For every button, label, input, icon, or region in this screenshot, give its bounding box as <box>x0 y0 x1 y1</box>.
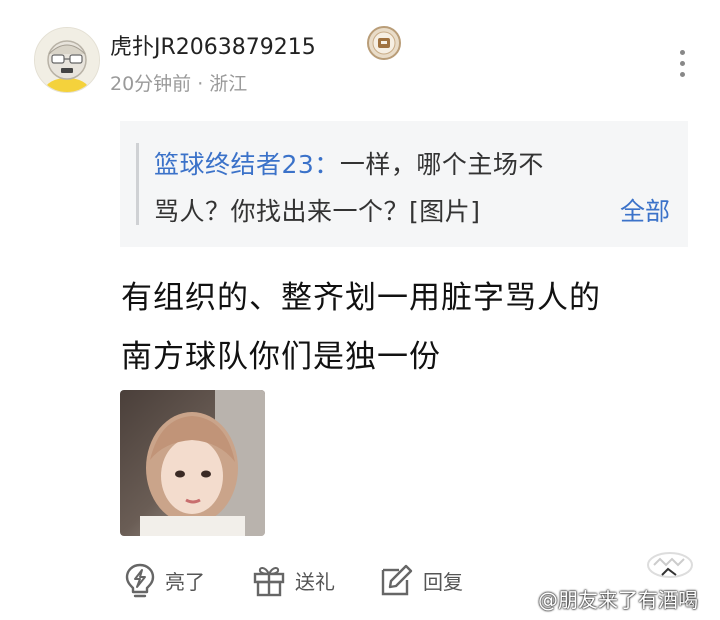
gift-icon <box>253 567 285 597</box>
quote-author[interactable]: 篮球终结者23： <box>154 150 340 179</box>
more-vertical-icon[interactable] <box>670 45 694 81</box>
quoted-comment[interactable]: 篮球终结者23：一样，哪个主场不 骂人？你找出来一个？[图片] 全部 <box>120 121 688 247</box>
comment-text-line-1: 有组织的、整齐划一用脏字骂人的 <box>121 280 601 316</box>
edit-icon <box>381 564 413 596</box>
view-all-link[interactable]: 全部 <box>620 192 670 228</box>
reply-button[interactable]: 回复 <box>379 560 463 600</box>
watermark-logo-icon <box>640 545 700 585</box>
quote-text-1: 一样，哪个主场不 <box>339 150 544 179</box>
like-label: 亮了 <box>165 569 205 594</box>
watermark-text: @朋友来了有酒喝 <box>538 588 698 612</box>
gift-button[interactable]: 送礼 <box>251 560 335 600</box>
reply-label: 回复 <box>423 569 463 594</box>
quote-bar <box>136 143 139 225</box>
comment-image[interactable] <box>120 390 265 536</box>
level-badge-icon <box>366 25 402 61</box>
username[interactable]: 虎扑JR2063879215 <box>110 29 316 61</box>
like-button[interactable]: 亮了 <box>123 560 205 600</box>
comment-meta: 20分钟前 · 浙江 <box>110 73 248 95</box>
comment-text-line-2: 南方球队你们是独一份 <box>121 339 441 375</box>
lightning-bulb-icon <box>125 563 155 598</box>
avatar[interactable] <box>34 27 100 93</box>
gift-label: 送礼 <box>295 569 335 594</box>
cartoon-avatar-icon <box>35 28 99 92</box>
quote-line-2: 骂人？你找出来一个？[图片] <box>154 197 481 226</box>
quote-line-1: 篮球终结者23：一样，哪个主场不 <box>154 145 544 181</box>
